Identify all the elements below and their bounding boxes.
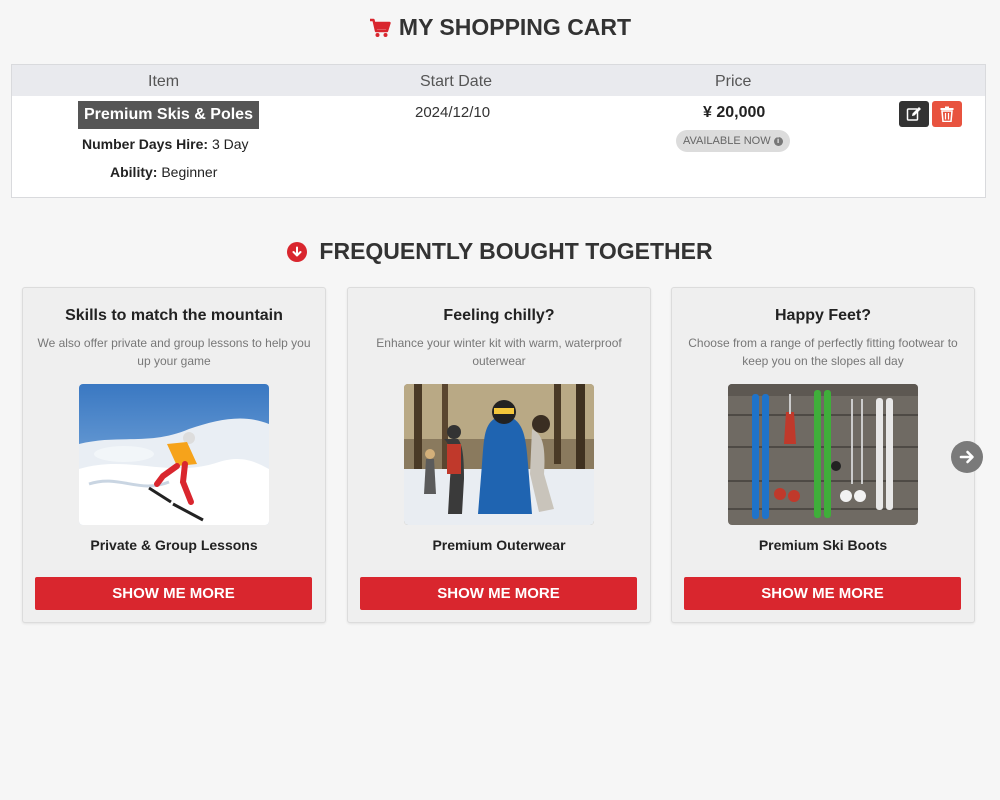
column-header-item: Item (148, 73, 180, 90)
card-heading: Feeling chilly? (443, 307, 555, 324)
show-more-button-lessons[interactable]: SHOW ME MORE (35, 577, 312, 610)
recommendations-heading: FREQUENTLY BOUGHT TOGETHER (0, 238, 1000, 265)
edit-icon (906, 107, 921, 121)
column-header-start-date: Start Date (420, 73, 493, 90)
cart-item-price: ¥ 20,000 (703, 104, 766, 121)
show-more-button-outerwear[interactable]: SHOW ME MORE (360, 577, 637, 610)
card-heading: Happy Feet? (774, 307, 871, 324)
ability-value: Beginner (161, 164, 218, 180)
availability-text: AVAILABLE NOW (683, 135, 771, 147)
trash-icon (940, 106, 954, 122)
card-product-name: Private & Group Lessons (90, 537, 258, 553)
recommendation-card-lessons: Skills to match the mountain We also off… (22, 287, 326, 623)
recommendation-card-outerwear: Feeling chilly? Enhance your winter kit … (347, 287, 651, 623)
card-description: We also offer private and group lessons … (37, 336, 311, 368)
cart-heading: MY SHOPPING CART (0, 14, 1000, 41)
outerwear-photo (404, 384, 594, 525)
column-header-price: Price (715, 73, 752, 90)
cart-item-start-date: 2024/12/10 (415, 104, 491, 121)
hire-days-value: 3 Day (211, 136, 249, 152)
cart-item-name: Premium Skis & Poles (78, 101, 259, 129)
shopping-cart-icon (369, 18, 391, 37)
card-description: Enhance your winter kit with warm, water… (376, 336, 622, 368)
card-product-name: Premium Outerwear (432, 537, 566, 553)
circle-chevron-right-icon (959, 450, 974, 464)
hire-days-detail: Number Days Hire: 3 Day (82, 136, 249, 152)
card-product-name: Premium Ski Boots (758, 537, 888, 553)
edit-item-button[interactable] (899, 101, 929, 127)
delete-item-button[interactable] (932, 101, 962, 127)
recommendation-card-boots: Happy Feet? Choose from a range of perfe… (671, 287, 975, 623)
cart-table: Item Start Date Price Premium Skis & Pol… (11, 64, 986, 198)
ski-gear-photo (728, 384, 918, 525)
info-icon[interactable]: i (773, 136, 783, 146)
skier-photo (79, 384, 269, 525)
show-more-button-boots[interactable]: SHOW ME MORE (684, 577, 961, 610)
carousel-next-button[interactable] (951, 441, 983, 473)
cart-title: MY SHOPPING CART (398, 14, 632, 40)
cart-item-row: Premium Skis & Poles Number Days Hire: 3… (12, 96, 985, 198)
ability-detail: Ability: Beginner (110, 164, 217, 180)
hire-days-label: Number Days Hire: (82, 136, 209, 152)
circle-arrow-down-icon (287, 241, 308, 262)
card-heading: Skills to match the mountain (65, 307, 283, 324)
cart-table-header: Item Start Date Price (12, 65, 985, 96)
card-description: Choose from a range of perfectly fitting… (688, 336, 958, 368)
ability-label: Ability: (110, 164, 158, 180)
availability-badge: AVAILABLE NOW i (676, 130, 790, 152)
recommendations-title: FREQUENTLY BOUGHT TOGETHER (319, 238, 713, 264)
